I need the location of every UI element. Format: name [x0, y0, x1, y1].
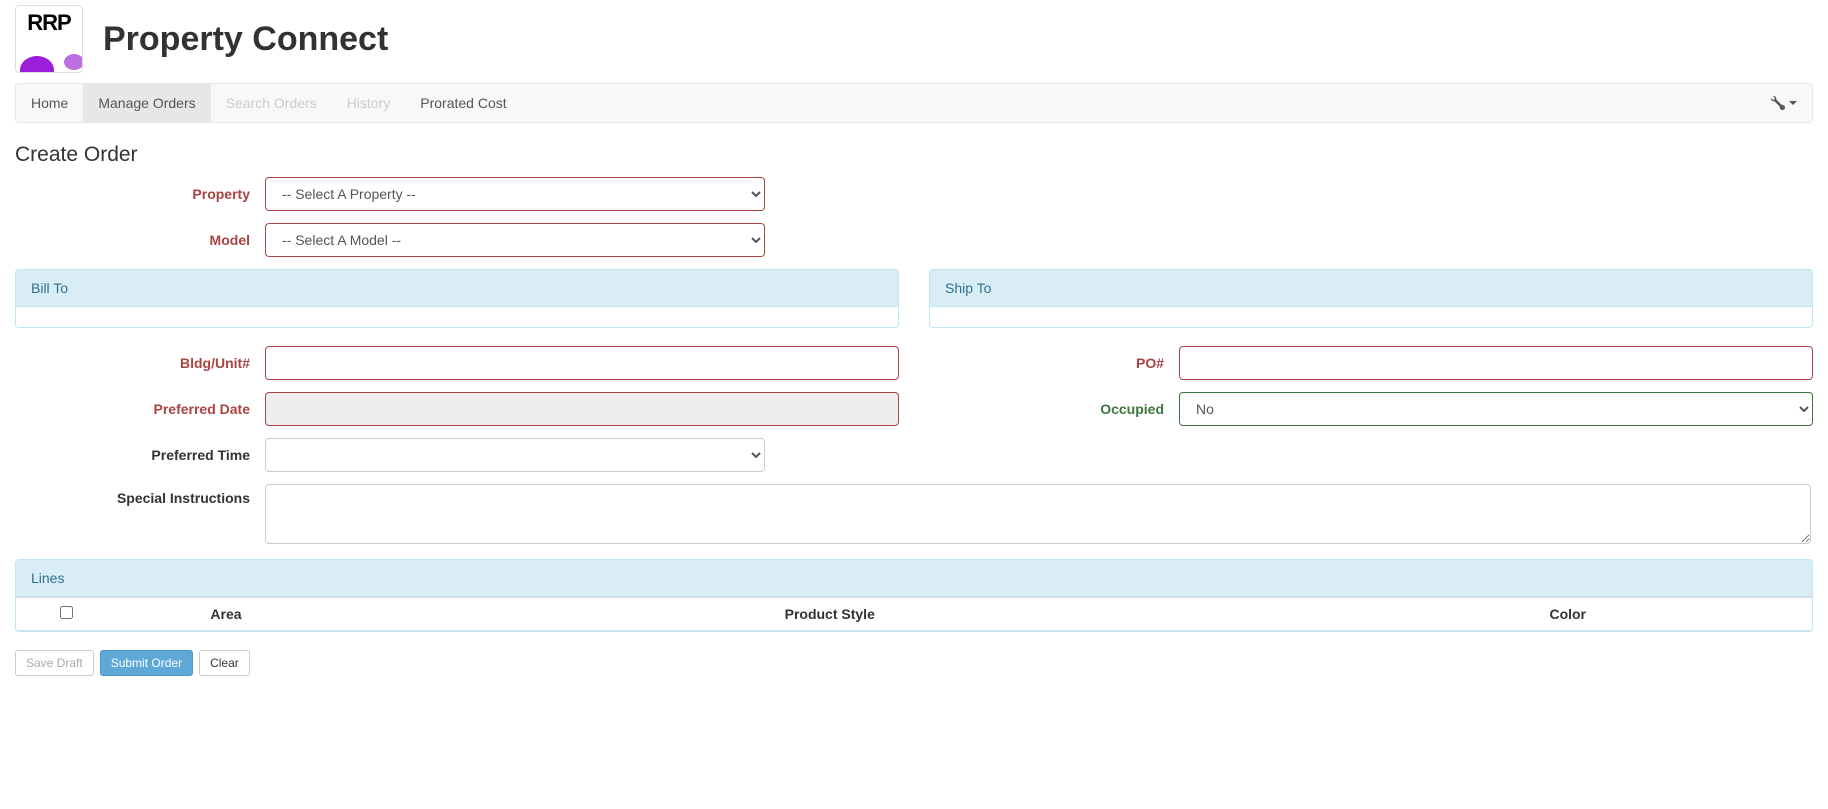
ship-to-body: [930, 307, 1812, 327]
col-area: Area: [116, 598, 336, 631]
preferred-time-select[interactable]: [265, 438, 765, 472]
lines-heading: Lines: [16, 560, 1812, 597]
bill-to-body: [16, 307, 898, 327]
logo-graphic: [16, 46, 82, 72]
app-title: Property Connect: [103, 20, 388, 59]
property-label: Property: [15, 186, 265, 202]
ship-to-panel: Ship To: [929, 269, 1813, 328]
clear-button[interactable]: Clear: [199, 650, 250, 676]
nav-search-orders: Search Orders: [211, 84, 332, 122]
occupied-label: Occupied: [929, 401, 1179, 417]
app-header: RRP Property Connect: [0, 0, 1828, 78]
select-all-checkbox[interactable]: [60, 606, 73, 619]
settings-menu[interactable]: [1771, 96, 1797, 110]
bldg-unit-input[interactable]: [265, 346, 899, 380]
nav-prorated-cost[interactable]: Prorated Cost: [405, 84, 521, 122]
bldg-unit-label: Bldg/Unit#: [15, 355, 265, 371]
wrench-icon: [1771, 96, 1785, 110]
lines-panel: Lines Area Product Style Color: [15, 559, 1813, 632]
po-label: PO#: [929, 355, 1179, 371]
po-input[interactable]: [1179, 346, 1813, 380]
model-select[interactable]: -- Select A Model --: [265, 223, 765, 257]
nav-home[interactable]: Home: [16, 84, 83, 122]
save-draft-button: Save Draft: [15, 650, 94, 676]
special-instructions-input[interactable]: [265, 484, 1811, 544]
page-title: Create Order: [15, 143, 1813, 167]
submit-order-button[interactable]: Submit Order: [100, 650, 193, 676]
bill-to-panel: Bill To: [15, 269, 899, 328]
main-navbar: Home Manage Orders Search Orders History…: [15, 83, 1813, 123]
occupied-select[interactable]: No: [1179, 392, 1813, 426]
app-logo: RRP: [15, 5, 83, 73]
nav-history: History: [332, 84, 406, 122]
preferred-date-input[interactable]: [265, 392, 899, 426]
property-select[interactable]: -- Select A Property --: [265, 177, 765, 211]
col-product-style: Product Style: [336, 598, 1323, 631]
bill-to-heading: Bill To: [16, 270, 898, 307]
preferred-time-label: Preferred Time: [15, 447, 265, 463]
lines-table: Area Product Style Color: [16, 597, 1812, 631]
model-label: Model: [15, 232, 265, 248]
nav-manage-orders[interactable]: Manage Orders: [83, 84, 210, 122]
special-instructions-label: Special Instructions: [15, 484, 265, 506]
col-color: Color: [1323, 598, 1812, 631]
preferred-date-label: Preferred Date: [15, 401, 265, 417]
chevron-down-icon: [1789, 101, 1797, 105]
ship-to-heading: Ship To: [930, 270, 1812, 307]
logo-text: RRP: [16, 12, 82, 34]
